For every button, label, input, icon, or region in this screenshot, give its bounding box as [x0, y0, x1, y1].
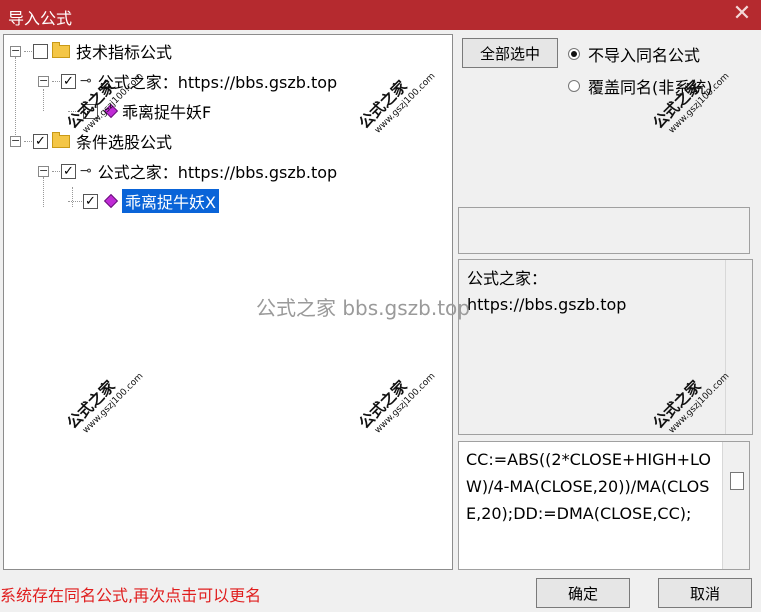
- source-info-text: 公式之家： https://bbs.gszb.top: [467, 266, 626, 318]
- tree-connector: [52, 170, 60, 172]
- radio-label: 覆盖同名(非系统): [588, 78, 713, 97]
- tree-node-stock-selection[interactable]: − ✓ 条件选股公式: [10, 127, 172, 155]
- collapse-toggle-icon[interactable]: −: [38, 165, 49, 177]
- formula-tree[interactable]: − 技术指标公式 − ✓ ⊸ 公式之家：https://bbs.gszb.top…: [3, 34, 453, 570]
- close-icon[interactable]: ✕: [731, 2, 753, 26]
- radio-label: 不导入同名公式: [588, 46, 701, 65]
- source-info-panel: 公式之家： https://bbs.gszb.top: [458, 259, 753, 435]
- tree-connector: [52, 80, 60, 82]
- window-title: 导入公式: [8, 9, 73, 28]
- tree-checkbox[interactable]: ✓: [33, 133, 48, 149]
- folder-icon: [52, 41, 70, 58]
- tree-checkbox[interactable]: ✓: [83, 193, 98, 209]
- tree-connector: [68, 110, 82, 112]
- tree-node-formula-x[interactable]: ✓ 乖离捉牛妖X: [68, 187, 219, 215]
- folder-icon: [52, 131, 70, 148]
- key-icon: ⊸: [80, 73, 92, 89]
- ok-button[interactable]: 确定: [536, 578, 630, 608]
- radio-no-import[interactable]: 不导入同名公式: [568, 42, 700, 66]
- collapse-toggle-icon[interactable]: −: [38, 75, 49, 87]
- formula-code-text: CC:=ABS((2*CLOSE+HIGH+LOW)/4-MA(CLOSE,20…: [466, 450, 711, 523]
- gem-icon: [103, 193, 119, 209]
- tree-node-label: 技术指标公式: [76, 43, 173, 62]
- radio-selected-icon: [568, 48, 580, 60]
- scrollbar-thumb[interactable]: [730, 472, 744, 490]
- info-scrollbar[interactable]: [725, 260, 752, 434]
- radio-overwrite[interactable]: 覆盖同名(非系统): [568, 74, 713, 98]
- tree-node-label: 条件选股公式: [76, 133, 173, 152]
- select-all-button[interactable]: 全部选中: [462, 38, 558, 68]
- radio-unselected-icon: [568, 80, 580, 92]
- tree-node-formula-f[interactable]: ✓ 乖离捉牛妖F: [68, 97, 211, 125]
- key-icon: ⊸: [80, 163, 92, 179]
- collapse-toggle-icon[interactable]: −: [10, 45, 21, 57]
- tree-checkbox[interactable]: ✓: [83, 103, 98, 119]
- tree-node-label-selected: 乖离捉牛妖X: [122, 189, 219, 213]
- tree-node-tech-indicators[interactable]: − 技术指标公式: [10, 37, 172, 65]
- tree-checkbox[interactable]: [33, 43, 48, 59]
- watermark: 公式之家 www.gszj100.com: [648, 56, 731, 139]
- tree-node-label: 公式之家：https://bbs.gszb.top: [97, 163, 338, 182]
- tree-node-source-site[interactable]: − ✓ ⊸ 公式之家：https://bbs.gszb.top: [38, 157, 337, 185]
- tree-node-label: 乖离捉牛妖F: [122, 103, 212, 122]
- cancel-button[interactable]: 取消: [658, 578, 752, 608]
- gem-icon: [103, 103, 119, 119]
- empty-field: [458, 207, 750, 254]
- tree-checkbox[interactable]: ✓: [61, 163, 76, 179]
- formula-code-panel[interactable]: CC:=ABS((2*CLOSE+HIGH+LOW)/4-MA(CLOSE,20…: [458, 441, 750, 570]
- status-message: 系统存在同名公式,再次点击可以更名: [0, 586, 262, 605]
- title-bar: 导入公式 ✕: [0, 0, 761, 30]
- tree-checkbox[interactable]: ✓: [61, 73, 76, 89]
- tree-connector: [24, 50, 32, 52]
- source-info-line: 公式之家：: [467, 269, 548, 288]
- tree-connector: [24, 140, 32, 142]
- tree-connector: [68, 200, 82, 202]
- tree-node-source-site[interactable]: − ✓ ⊸ 公式之家：https://bbs.gszb.top: [38, 67, 337, 95]
- code-scrollbar[interactable]: [722, 442, 749, 569]
- source-info-url: https://bbs.gszb.top: [467, 295, 627, 314]
- collapse-toggle-icon[interactable]: −: [10, 135, 21, 147]
- tree-node-label: 公式之家：https://bbs.gszb.top: [97, 73, 338, 92]
